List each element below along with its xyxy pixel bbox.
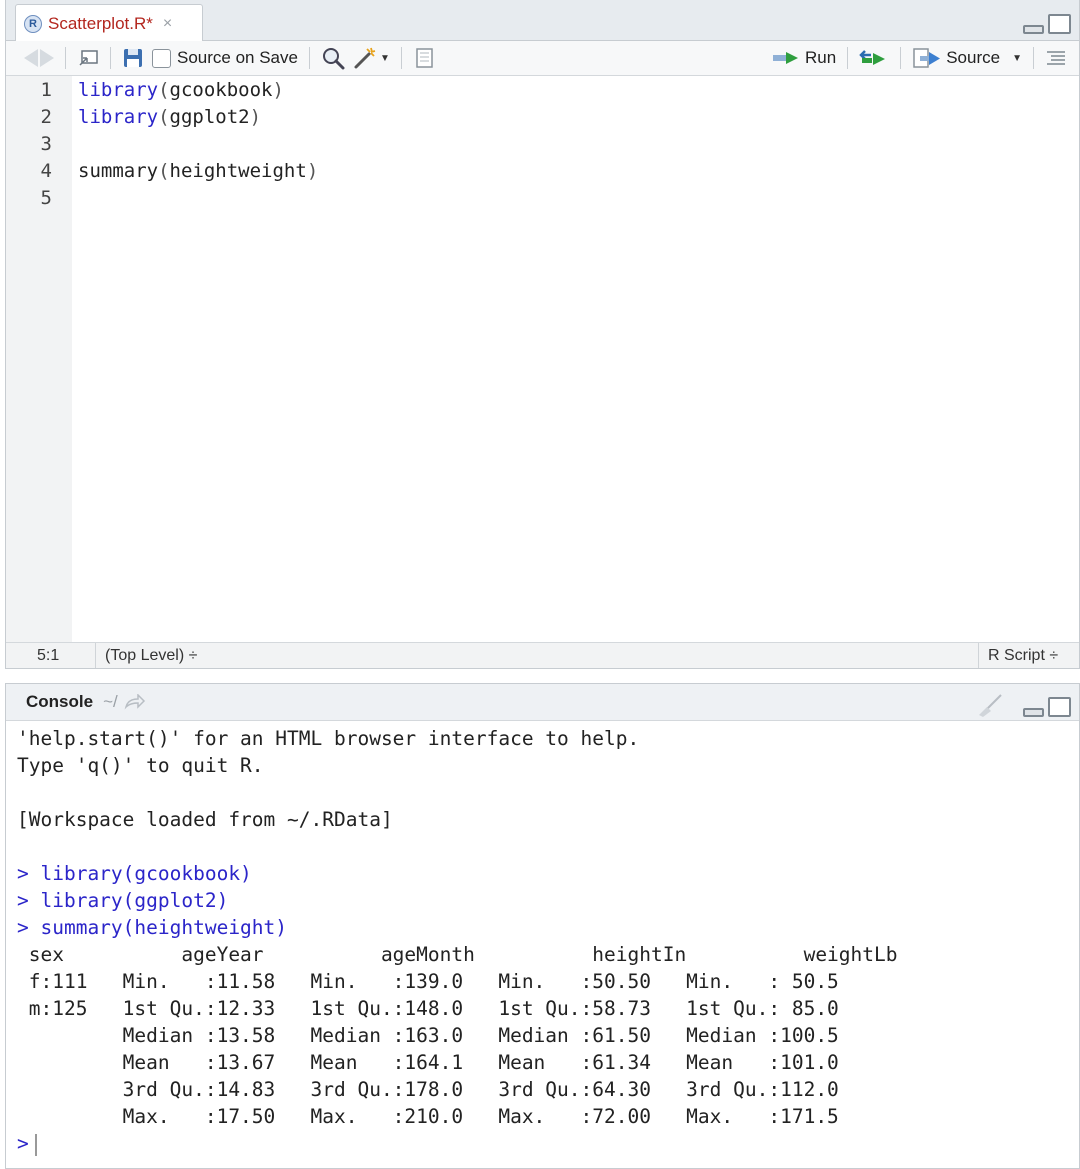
- chevron-down-icon: ▼: [379, 52, 390, 64]
- paren: ): [249, 106, 262, 128]
- r-file-icon: R: [24, 14, 42, 33]
- argument: gcookbook: [169, 79, 273, 101]
- summary-header: sex ageYear ageMonth heightIn weightLb: [17, 943, 945, 966]
- outline-icon: [1047, 51, 1065, 65]
- toolbar-divider: [400, 47, 402, 69]
- status-divider: [978, 643, 979, 668]
- run-arrow-icon: [773, 52, 799, 64]
- maximize-pane-icon[interactable]: [1048, 14, 1071, 34]
- line-number: 5: [40, 187, 52, 209]
- function-name: library: [78, 79, 159, 101]
- paren: (: [158, 79, 170, 101]
- close-icon[interactable]: ×: [163, 15, 172, 33]
- minimize-pane-icon[interactable]: [1023, 25, 1044, 34]
- toolbar-divider: [65, 47, 66, 69]
- console-command: > library(ggplot2): [17, 889, 229, 912]
- editor-status-bar: 5:1 (Top Level) ÷ R Script ÷: [6, 642, 1079, 668]
- prompt-symbol: >: [17, 1132, 29, 1155]
- console-line: [Workspace loaded from ~/.RData]: [17, 808, 393, 831]
- source-label: Source: [946, 48, 1001, 67]
- function-name: library: [78, 106, 159, 128]
- line-number: 4: [40, 160, 52, 182]
- console-command: > library(gcookbook): [17, 862, 252, 885]
- run-button[interactable]: Run: [768, 44, 840, 72]
- code-line-2: library(ggplot2): [78, 106, 261, 128]
- toolbar-divider: [900, 47, 902, 69]
- show-in-window-button[interactable]: [73, 44, 103, 72]
- console-output[interactable]: 'help.start()' for an HTML browser inter…: [17, 721, 1079, 1168]
- source-on-save-label: Source on Save: [177, 48, 298, 67]
- editor-pane-controls: [1023, 14, 1071, 34]
- tab-title: Scatterplot.R*: [48, 13, 153, 33]
- console-header: Console ~/: [6, 684, 1079, 721]
- save-button[interactable]: [118, 44, 148, 72]
- chevron-down-icon[interactable]: ▼: [1012, 53, 1022, 64]
- paren: ): [272, 79, 284, 101]
- console-command: > summary(heightweight): [17, 916, 288, 939]
- source-file-icon: [913, 48, 941, 68]
- paren: (: [158, 160, 170, 182]
- editor-tab-bar: R Scatterplot.R* ×: [6, 0, 1079, 42]
- notebook-icon: [416, 48, 433, 68]
- status-divider: [95, 643, 96, 668]
- find-replace-button[interactable]: [317, 44, 349, 72]
- magic-wand-icon: [354, 47, 376, 69]
- toolbar-divider: [308, 47, 310, 69]
- search-icon: [322, 48, 345, 70]
- toolbar-divider: [1033, 47, 1034, 69]
- save-icon: [124, 49, 142, 67]
- line-number: 2: [40, 106, 52, 128]
- text-cursor: [34, 1133, 37, 1156]
- rerun-icon: [859, 50, 886, 65]
- argument: ggplot2: [169, 106, 250, 128]
- working-directory[interactable]: ~/: [103, 692, 118, 712]
- argument: heightweight: [169, 160, 307, 182]
- run-label: Run: [805, 48, 837, 67]
- cursor-position: 5:1: [37, 646, 60, 664]
- paren: (: [158, 106, 170, 128]
- go-to-directory-icon[interactable]: [124, 694, 146, 710]
- toolbar-divider: [110, 47, 111, 69]
- source-on-save-checkbox[interactable]: [152, 48, 171, 68]
- scope-selector[interactable]: (Top Level) ÷: [105, 643, 197, 668]
- code-tools-button[interactable]: ▼: [349, 44, 394, 72]
- console-title: Console: [26, 692, 94, 711]
- function-name: summary: [78, 160, 159, 182]
- summary-row: f:111 Min. :11.58 Min. :139.0 Min. :50.5…: [17, 970, 863, 993]
- document-outline-button[interactable]: [1041, 44, 1071, 72]
- compile-notebook-button[interactable]: [409, 44, 439, 72]
- tab-scatterplot[interactable]: R Scatterplot.R* ×: [15, 4, 203, 42]
- console-pane: Console ~/ 'help.start()' for an HTML br…: [5, 683, 1080, 1169]
- summary-row: m:125 1st Qu.:12.33 1st Qu.:148.0 1st Qu…: [17, 997, 863, 1020]
- back-arrow-icon[interactable]: [24, 49, 38, 67]
- console-pane-controls: [975, 693, 1071, 717]
- console-line: Type 'q()' to quit R.: [17, 754, 264, 777]
- source-button[interactable]: Source ▼: [908, 44, 1026, 72]
- summary-row: Max. :17.50 Max. :210.0 Max. :72.00 Max.…: [17, 1105, 863, 1128]
- toolbar-divider: [847, 47, 849, 69]
- line-number: 1: [40, 79, 52, 101]
- maximize-pane-icon[interactable]: [1048, 697, 1071, 717]
- clear-console-icon[interactable]: [975, 693, 1005, 717]
- code-line-1: library(gcookbook): [78, 79, 284, 101]
- summary-row: Median :13.58 Median :163.0 Median :61.5…: [17, 1024, 863, 1047]
- code-line-4: summary(heightweight): [78, 160, 318, 182]
- forward-arrow-icon[interactable]: [40, 49, 54, 67]
- console-line: 'help.start()' for an HTML browser inter…: [17, 727, 640, 750]
- line-number: 3: [40, 133, 52, 155]
- history-nav: [20, 44, 58, 72]
- line-number-gutter: 1 2 3 4 5: [6, 76, 72, 642]
- editor-toolbar: Source on Save ▼ Run Source ▼: [6, 41, 1079, 76]
- source-on-save-toggle[interactable]: Source on Save: [148, 44, 302, 72]
- file-type-selector[interactable]: R Script ÷: [988, 643, 1058, 668]
- summary-row: 3rd Qu.:14.83 3rd Qu.:178.0 3rd Qu.:64.3…: [17, 1078, 863, 1101]
- source-editor-pane: R Scatterplot.R* × Source on Save ▼ Run …: [5, 0, 1080, 669]
- minimize-pane-icon[interactable]: [1023, 708, 1044, 717]
- code-editor[interactable]: library(gcookbook) library(ggplot2) summ…: [78, 76, 1079, 642]
- paren: ): [306, 160, 319, 182]
- show-in-window-icon: [79, 50, 98, 66]
- summary-row: Mean :13.67 Mean :164.1 Mean :61.34 Mean…: [17, 1051, 863, 1074]
- rerun-button[interactable]: [855, 44, 893, 72]
- console-prompt-line[interactable]: >: [17, 1132, 37, 1156]
